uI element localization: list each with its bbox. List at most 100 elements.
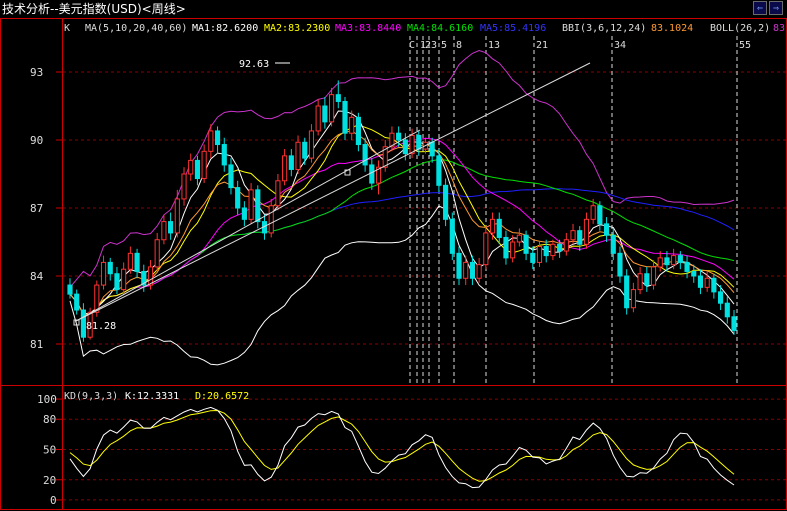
kd-y-tick-labels: 0 20 50 80 100: [37, 393, 57, 507]
candle-body-down: [134, 252, 140, 272]
main-y-tick-labels: 81 84 87 90 93: [30, 66, 44, 351]
candle-body-down: [597, 205, 603, 225]
candle-body-down: [302, 141, 308, 159]
time-cycle-label: 55: [739, 40, 751, 51]
time-cycle-lines: C1235813213455: [409, 36, 751, 385]
candle-body-down: [67, 284, 73, 295]
candle-body-up: [174, 198, 180, 234]
candle-body-up: [650, 266, 657, 286]
candle-body-up: [188, 159, 194, 175]
time-cycle-label: 21: [536, 40, 548, 51]
candle-body-down: [241, 207, 247, 220]
candle-body-down: [221, 144, 227, 166]
candle-body-down: [496, 218, 502, 238]
candle-body-up: [704, 277, 710, 288]
candle-body-up: [550, 243, 556, 257]
candle-body-down: [362, 144, 368, 166]
ma1-value: MA1:82.6200: [192, 23, 258, 34]
ma2-value: MA2:83.2300: [264, 23, 330, 34]
candle-body-down: [617, 252, 623, 277]
candle-body-down: [577, 230, 583, 245]
candle-body-up: [476, 264, 482, 279]
candle-body-up: [248, 189, 254, 220]
low-annotation: 81.28: [86, 321, 116, 332]
candle-body-down: [684, 261, 690, 272]
candle-body-up: [463, 261, 469, 279]
nav-prev-button[interactable]: ⇐: [753, 1, 767, 15]
kd-y-tick-label: 0: [50, 494, 57, 507]
candle-body-down: [691, 270, 697, 277]
ma2-line: [69, 124, 735, 315]
candle-body-down: [255, 189, 261, 223]
kd-k-value: K:12.3331: [125, 391, 179, 402]
candle-body-down: [235, 187, 241, 209]
main-y-tick-label: 84: [30, 270, 44, 283]
kd-y-tick-label: 100: [37, 393, 57, 406]
ma3-value: MA3:83.8440: [335, 23, 401, 34]
boll-label: BOLL(26,2): [710, 23, 770, 34]
candle-body-down: [664, 257, 670, 266]
candle-body-up: [181, 173, 187, 200]
candle-body-up: [489, 218, 496, 234]
candle-body-down: [429, 141, 435, 157]
fan-line: [75, 129, 421, 322]
kd-d-line: [69, 409, 735, 482]
candle-body-up: [671, 255, 677, 266]
candle-body-up: [483, 232, 489, 266]
candle-body-down: [168, 221, 174, 234]
candle-body-down: [644, 273, 650, 286]
kd-label: KD(9,3,3): [64, 391, 118, 402]
candle-body-up: [328, 94, 335, 123]
candle-body-down: [396, 132, 402, 141]
candle-body-down: [322, 105, 328, 123]
candle-body-down: [530, 252, 536, 263]
candle-body-up: [275, 180, 281, 207]
candle-body-down: [624, 275, 630, 309]
candle-body-down: [342, 100, 348, 134]
time-cycle-label: C: [409, 40, 415, 51]
time-cycle-label: 8: [456, 40, 462, 51]
ma4-value: MA4:84.6160: [407, 23, 473, 34]
candle-body-down: [402, 139, 408, 155]
candle-body-up: [583, 218, 590, 245]
kd-grid: [56, 398, 786, 501]
candle-body-up: [409, 134, 415, 155]
nav-next-button[interactable]: ⇒: [769, 1, 783, 15]
time-cycle-label: 3: [431, 40, 437, 51]
candle-body-down: [610, 234, 616, 254]
candle-body-up: [161, 221, 167, 241]
candle-body-down: [355, 116, 361, 146]
candle-body-down: [194, 159, 201, 180]
moving-averages: [69, 110, 735, 316]
window-title: 技术分析--美元指数(USD)<周线>: [2, 2, 186, 16]
candle-body-down: [114, 273, 120, 291]
candle-body-down: [449, 218, 455, 254]
main-y-tick-label: 87: [30, 202, 43, 215]
bbi-label: BBI(3,6,12,24): [562, 23, 646, 34]
kd-y-tick-label: 20: [43, 474, 56, 487]
kd-d-value: D:20.6572: [195, 391, 249, 402]
candle-body-up: [570, 230, 576, 241]
candle-body-down: [456, 252, 462, 279]
candle-body-up: [201, 150, 207, 180]
candle-body-down: [107, 261, 113, 275]
time-cycle-label: 13: [488, 40, 500, 51]
candle-body-up: [127, 252, 133, 270]
candle-body-down: [697, 275, 704, 288]
candle-body-down: [711, 277, 717, 293]
candle-body-up: [536, 246, 543, 263]
candle-body-up: [100, 261, 107, 286]
ma1-line: [69, 110, 735, 315]
candle-body-down: [503, 236, 509, 259]
time-cycle-label: 5: [441, 40, 447, 51]
candle-body-down: [436, 155, 442, 186]
candle-body-up: [208, 130, 214, 152]
high-annotation: 92.63: [239, 59, 269, 70]
candle-body-down: [469, 261, 476, 279]
candle-body-up: [637, 273, 643, 291]
candle-body-down: [369, 164, 375, 184]
k-label: K: [64, 23, 70, 34]
chart-canvas: C1235813213455 8184879093 0205080100 K M…: [0, 18, 787, 510]
candle-body-down: [288, 155, 294, 170]
candle-body-up: [563, 239, 569, 252]
